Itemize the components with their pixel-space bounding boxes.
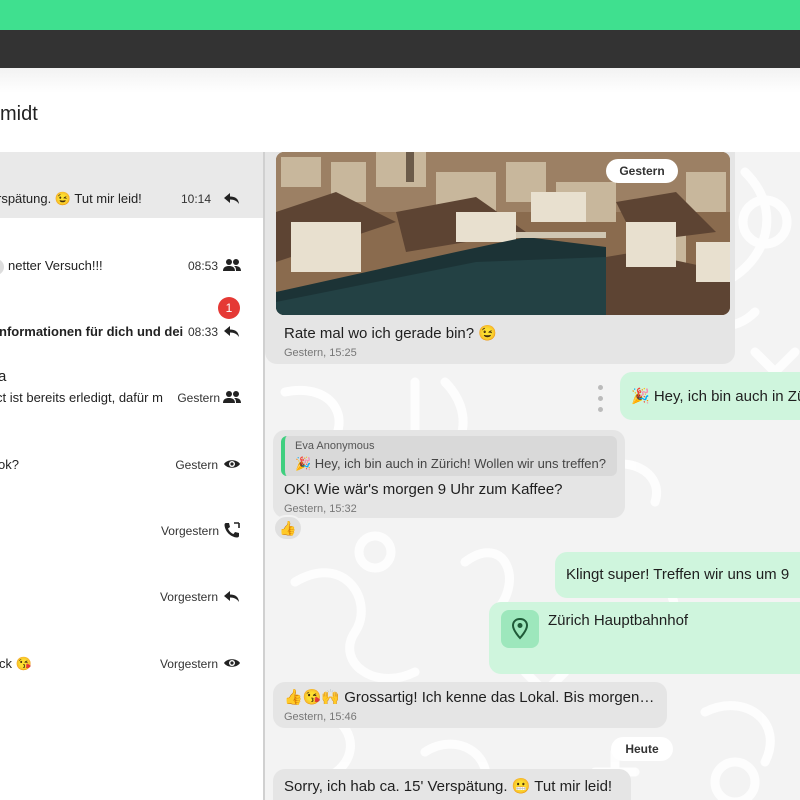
chat-time: Vorgestern	[160, 524, 219, 538]
reply-icon	[224, 591, 239, 602]
location-name: Zürich Hauptbahnhof	[548, 612, 689, 629]
chat-time: Vorgestern	[159, 657, 218, 671]
chat-preview: ok?	[0, 457, 19, 472]
chat-time: Gestern	[175, 458, 218, 472]
outgoing-message-bubble[interactable]: Klingt super! Treffen wir uns um 9	[555, 552, 800, 598]
unread-badge: 1	[218, 297, 240, 319]
conversation-pane[interactable]: Rate mal wo ich gerade bin? 😉 Gestern, 1…	[265, 152, 800, 800]
phone-icon	[224, 522, 240, 538]
chat-preview: rspätung. 😉 Tut mir leid!	[0, 191, 142, 206]
chat-list-item[interactable]: a ct ist bereits erledigt, dafür m Geste…	[0, 350, 263, 416]
reply-icon	[224, 193, 239, 204]
chat-time: Gestern	[177, 391, 220, 405]
chat-preview: netter Versuch!!!	[0, 258, 181, 275]
chat-preview: ck 😘	[0, 656, 32, 671]
message-text: Rate mal wo ich gerade bin? 😉	[284, 325, 497, 342]
chat-list-item[interactable]: netter Versuch!!! 08:53	[0, 218, 263, 284]
incoming-message-bubble[interactable]: 👍😘🙌 Grossartig! Ich kenne das Lokal. Bis…	[273, 682, 667, 728]
incoming-message-bubble[interactable]: Sorry, ich hab ca. 15' Verspätung. 😬 Tut…	[273, 769, 631, 800]
eye-icon	[224, 460, 240, 468]
chat-list-item[interactable]: ok? Gestern	[0, 416, 263, 482]
chat-time: 10:14	[180, 192, 211, 206]
outgoing-message-bubble[interactable]: 🎉 Hey, ich bin auch in Zü	[620, 372, 800, 420]
chat-time: Vorgestern	[159, 590, 218, 604]
image-message-bubble[interactable]: Rate mal wo ich gerade bin? 😉 Gestern, 1…	[265, 152, 735, 364]
message-timestamp: Gestern, 15:46	[284, 711, 357, 723]
message-text: 🎉 Hey, ich bin auch in Zü	[631, 388, 800, 405]
message-text: OK! Wie wär's morgen 9 Uhr zum Kaffee?	[284, 481, 563, 498]
message-text: 👍😘🙌 Grossartig! Ich kenne das Lokal. Bis…	[284, 689, 655, 706]
message-timestamp: Gestern, 15:25	[284, 347, 357, 359]
location-message-bubble[interactable]: Zürich Hauptbahnhof	[489, 602, 800, 674]
chat-list-item[interactable]: Vorgestern	[0, 482, 263, 548]
reply-icon	[224, 326, 239, 337]
eye-icon	[224, 659, 240, 667]
message-text: Klingt super! Treffen wir uns um 9	[566, 566, 790, 583]
quote-text: 🎉 Hey, ich bin auch in Zürich! Wollen wi…	[295, 456, 606, 471]
chat-preview: nformationen für dich und dei	[0, 324, 184, 339]
chat-list-item[interactable]: Vorgestern	[0, 548, 263, 614]
date-separator: Heute	[611, 737, 673, 761]
chat-preview: ct ist bereits erledigt, dafür m	[0, 390, 163, 405]
location-pin-icon	[501, 610, 539, 648]
chat-list-item[interactable]: ck 😘 Vorgestern	[0, 614, 263, 680]
chat-time: 08:53	[187, 259, 218, 273]
date-separator: Gestern	[606, 159, 678, 183]
contact-name-title[interactable]: midt	[0, 103, 38, 126]
message-text: Sorry, ich hab ca. 15' Verspätung. 😬 Tut…	[284, 778, 613, 795]
more-options-icon[interactable]	[598, 385, 604, 418]
chat-header	[0, 68, 800, 152]
quote-author: Eva Anonymous	[295, 440, 375, 452]
chat-name: a	[0, 368, 7, 385]
group-icon	[223, 259, 241, 271]
message-timestamp: Gestern, 15:32	[284, 503, 357, 515]
group-icon	[223, 391, 241, 403]
chat-time: 08:33	[187, 325, 218, 339]
quoted-message[interactable]: Eva Anonymous 🎉 Hey, ich bin auch in Zür…	[281, 436, 617, 476]
chat-list: rspätung. 😉 Tut mir leid! 10:14 netter V…	[0, 152, 263, 800]
reply-message-bubble[interactable]: Eva Anonymous 🎉 Hey, ich bin auch in Zür…	[273, 430, 625, 518]
chat-list-item[interactable]: rspätung. 😉 Tut mir leid! 10:14	[0, 152, 263, 218]
window-toolbar	[0, 30, 800, 68]
reaction-badge[interactable]: 👍	[273, 515, 303, 541]
status-bar	[0, 0, 800, 30]
